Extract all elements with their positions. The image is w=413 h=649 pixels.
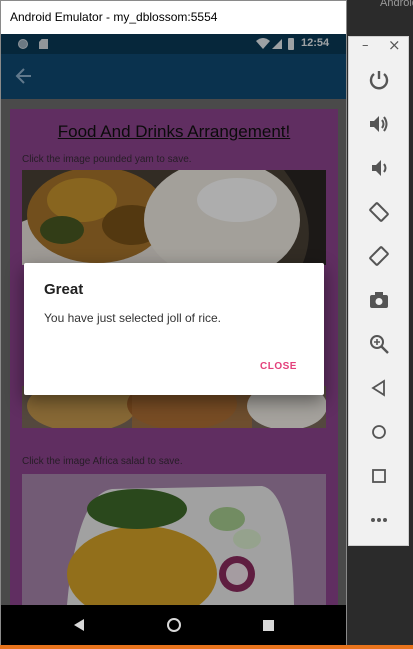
nav-home-icon[interactable]	[167, 618, 181, 632]
more-icon[interactable]	[359, 506, 399, 534]
rotate-left-icon[interactable]	[359, 198, 399, 226]
zoom-icon[interactable]	[359, 330, 399, 358]
home-icon[interactable]	[359, 418, 399, 446]
host-window-label: Android	[380, 0, 413, 9]
volume-down-icon[interactable]	[359, 154, 399, 182]
toolbar-minimize-button[interactable]: –	[362, 38, 369, 53]
dialog-message: You have just selected joll of rice.	[44, 311, 221, 325]
nav-recents-icon[interactable]	[263, 620, 274, 631]
volume-up-icon[interactable]	[359, 110, 399, 138]
camera-icon[interactable]	[359, 286, 399, 314]
close-button[interactable]: CLOSE	[260, 361, 297, 372]
alert-dialog: Great You have just selected joll of ric…	[24, 263, 324, 395]
host-taskbar-accent	[0, 645, 413, 649]
toolbar-close-button[interactable]: ×	[388, 36, 401, 54]
overview-icon[interactable]	[359, 462, 399, 490]
nav-back-icon[interactable]	[73, 618, 85, 632]
device-screen: 12:54 Food And Drinks Arrangement! Click…	[1, 34, 346, 605]
power-icon[interactable]	[359, 66, 399, 94]
emulator-title: Android Emulator - my_dblossom:5554	[10, 10, 218, 24]
emulator-titlebar[interactable]: Android Emulator - my_dblossom:5554	[1, 1, 346, 34]
back-icon[interactable]	[359, 374, 399, 402]
rotate-right-icon[interactable]	[359, 242, 399, 270]
dialog-title: Great	[44, 281, 84, 298]
emulator-window: Android Emulator - my_dblossom:5554 12:5…	[0, 0, 347, 645]
